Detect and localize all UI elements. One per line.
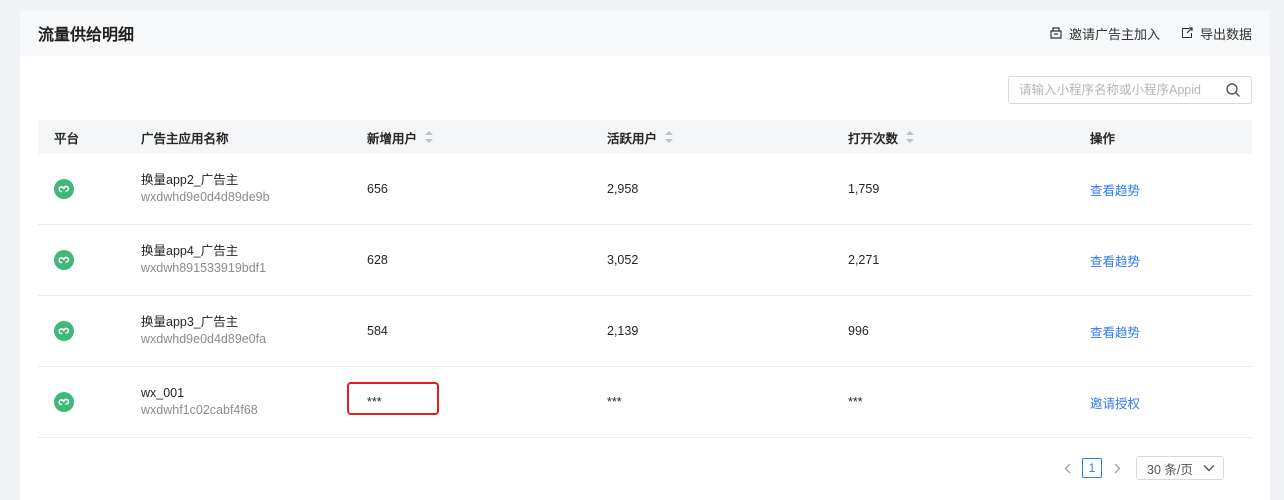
app-name: 换量app4_广告主 bbox=[141, 244, 239, 258]
app-id: wxdwh891533919bdf1 bbox=[141, 261, 267, 275]
app-name-cell: 换量app4_广告主 wxdwh891533919bdf1 bbox=[141, 224, 367, 296]
view-trend-link[interactable]: 查看趋势 bbox=[1090, 326, 1140, 340]
search-box bbox=[1008, 76, 1252, 104]
traffic-supply-detail-card: 流量供给明细 邀请广告主加入 导出数据 平台 广告主应用名称 新增用户 bbox=[20, 10, 1270, 500]
column-header-active-users[interactable]: 活跃用户 bbox=[607, 120, 848, 154]
table-row: 换量app2_广告主 wxdwhd9e0d4d89de9b 656 2,958 1… bbox=[38, 154, 1252, 225]
current-page[interactable]: 1 bbox=[1082, 458, 1102, 478]
active-users-cell: 2,139 bbox=[607, 295, 848, 367]
pagination: 1 30 条/页 bbox=[1060, 456, 1224, 480]
open-count-cell: *** bbox=[848, 366, 1090, 438]
platform-cell bbox=[38, 224, 141, 296]
invite-advertiser-button[interactable]: 邀请广告主加入 bbox=[1049, 24, 1160, 43]
app-name-cell: 换量app3_广告主 wxdwhd9e0d4d89e0fa bbox=[141, 295, 367, 367]
app-name: wx_001 bbox=[141, 386, 185, 400]
action-cell: 查看趋势 bbox=[1090, 224, 1252, 296]
column-header-new-users[interactable]: 新增用户 bbox=[367, 120, 607, 154]
export-data-button[interactable]: 导出数据 bbox=[1180, 24, 1252, 43]
view-trend-link[interactable]: 查看趋势 bbox=[1090, 184, 1140, 198]
action-cell: 查看趋势 bbox=[1090, 154, 1252, 225]
app-name-cell: 换量app2_广告主 wxdwhd9e0d4d89de9b bbox=[141, 154, 367, 225]
table-header-row: 平台 广告主应用名称 新增用户 活跃用户 打开次数 操作 bbox=[38, 120, 1252, 154]
prev-page-button[interactable] bbox=[1060, 458, 1074, 478]
column-header-platform: 平台 bbox=[38, 120, 141, 154]
platform-cell bbox=[38, 154, 141, 225]
action-cell: 邀请授权 bbox=[1090, 366, 1252, 438]
column-header-open-count-label: 打开次数 bbox=[848, 131, 899, 146]
search-icon[interactable] bbox=[1225, 82, 1241, 98]
invite-icon bbox=[1050, 27, 1062, 39]
app-id: wxdwhd9e0d4d89e0fa bbox=[141, 332, 267, 346]
new-users-cell: 628 bbox=[367, 224, 607, 296]
next-page-button[interactable] bbox=[1110, 458, 1124, 478]
wechat-miniprogram-icon bbox=[54, 250, 74, 270]
header-actions: 邀请广告主加入 导出数据 bbox=[1049, 24, 1252, 43]
wechat-miniprogram-icon bbox=[54, 179, 74, 199]
new-users-cell: 656 bbox=[367, 154, 607, 225]
chevron-left-icon bbox=[1064, 463, 1070, 473]
active-users-cell: 2,958 bbox=[607, 154, 848, 225]
open-count-cell: 2,271 bbox=[848, 224, 1090, 296]
export-data-label: 导出数据 bbox=[1199, 26, 1252, 42]
search-input[interactable] bbox=[1009, 78, 1225, 102]
card-header: 流量供给明细 邀请广告主加入 导出数据 bbox=[20, 10, 1270, 56]
action-cell: 查看趋势 bbox=[1090, 295, 1252, 367]
open-count-cell: 996 bbox=[848, 295, 1090, 367]
column-header-actions: 操作 bbox=[1090, 120, 1252, 154]
table-row: wx_001 wxdwhf1c02cabf4f68 *** *** *** 邀请授… bbox=[38, 366, 1252, 438]
export-icon bbox=[1181, 27, 1193, 38]
page-title: 流量供给明细 bbox=[38, 27, 135, 44]
chevron-down-icon bbox=[1203, 465, 1215, 472]
chevron-right-icon bbox=[1114, 463, 1120, 473]
new-users-cell: 584 bbox=[367, 295, 607, 367]
app-name: 换量app2_广告主 bbox=[141, 173, 239, 187]
app-name: 换量app3_广告主 bbox=[141, 315, 239, 329]
page-size-label: 30 条/页 bbox=[1147, 462, 1193, 477]
table-row: 换量app4_广告主 wxdwh891533919bdf1 628 3,052 2… bbox=[38, 224, 1252, 296]
sort-icon[interactable] bbox=[906, 131, 915, 143]
column-header-app-name: 广告主应用名称 bbox=[141, 120, 367, 154]
view-trend-link[interactable]: 查看趋势 bbox=[1090, 255, 1140, 269]
app-name-cell: wx_001 wxdwhf1c02cabf4f68 bbox=[141, 366, 367, 438]
new-users-cell: *** bbox=[367, 366, 607, 438]
app-id: wxdwhd9e0d4d89de9b bbox=[141, 190, 270, 204]
platform-cell bbox=[38, 366, 141, 438]
column-header-new-users-label: 新增用户 bbox=[367, 131, 418, 146]
app-id: wxdwhf1c02cabf4f68 bbox=[141, 403, 258, 417]
sort-icon[interactable] bbox=[665, 131, 674, 143]
column-header-active-users-label: 活跃用户 bbox=[607, 131, 658, 146]
active-users-cell: *** bbox=[607, 366, 848, 438]
platform-cell bbox=[38, 295, 141, 367]
table-row: 换量app3_广告主 wxdwhd9e0d4d89e0fa 584 2,139 9… bbox=[38, 295, 1252, 367]
wechat-miniprogram-icon bbox=[54, 392, 74, 412]
column-header-open-count[interactable]: 打开次数 bbox=[848, 120, 1090, 154]
sort-icon[interactable] bbox=[425, 131, 434, 143]
wechat-miniprogram-icon bbox=[54, 321, 74, 341]
active-users-cell: 3,052 bbox=[607, 224, 848, 296]
open-count-cell: 1,759 bbox=[848, 154, 1090, 225]
invite-advertiser-label: 邀请广告主加入 bbox=[1068, 26, 1160, 42]
invite-authorize-link[interactable]: 邀请授权 bbox=[1090, 397, 1140, 411]
page-size-select[interactable]: 30 条/页 bbox=[1136, 456, 1224, 480]
data-table: 平台 广告主应用名称 新增用户 活跃用户 打开次数 操作 换量app2_广告主w… bbox=[38, 120, 1252, 438]
